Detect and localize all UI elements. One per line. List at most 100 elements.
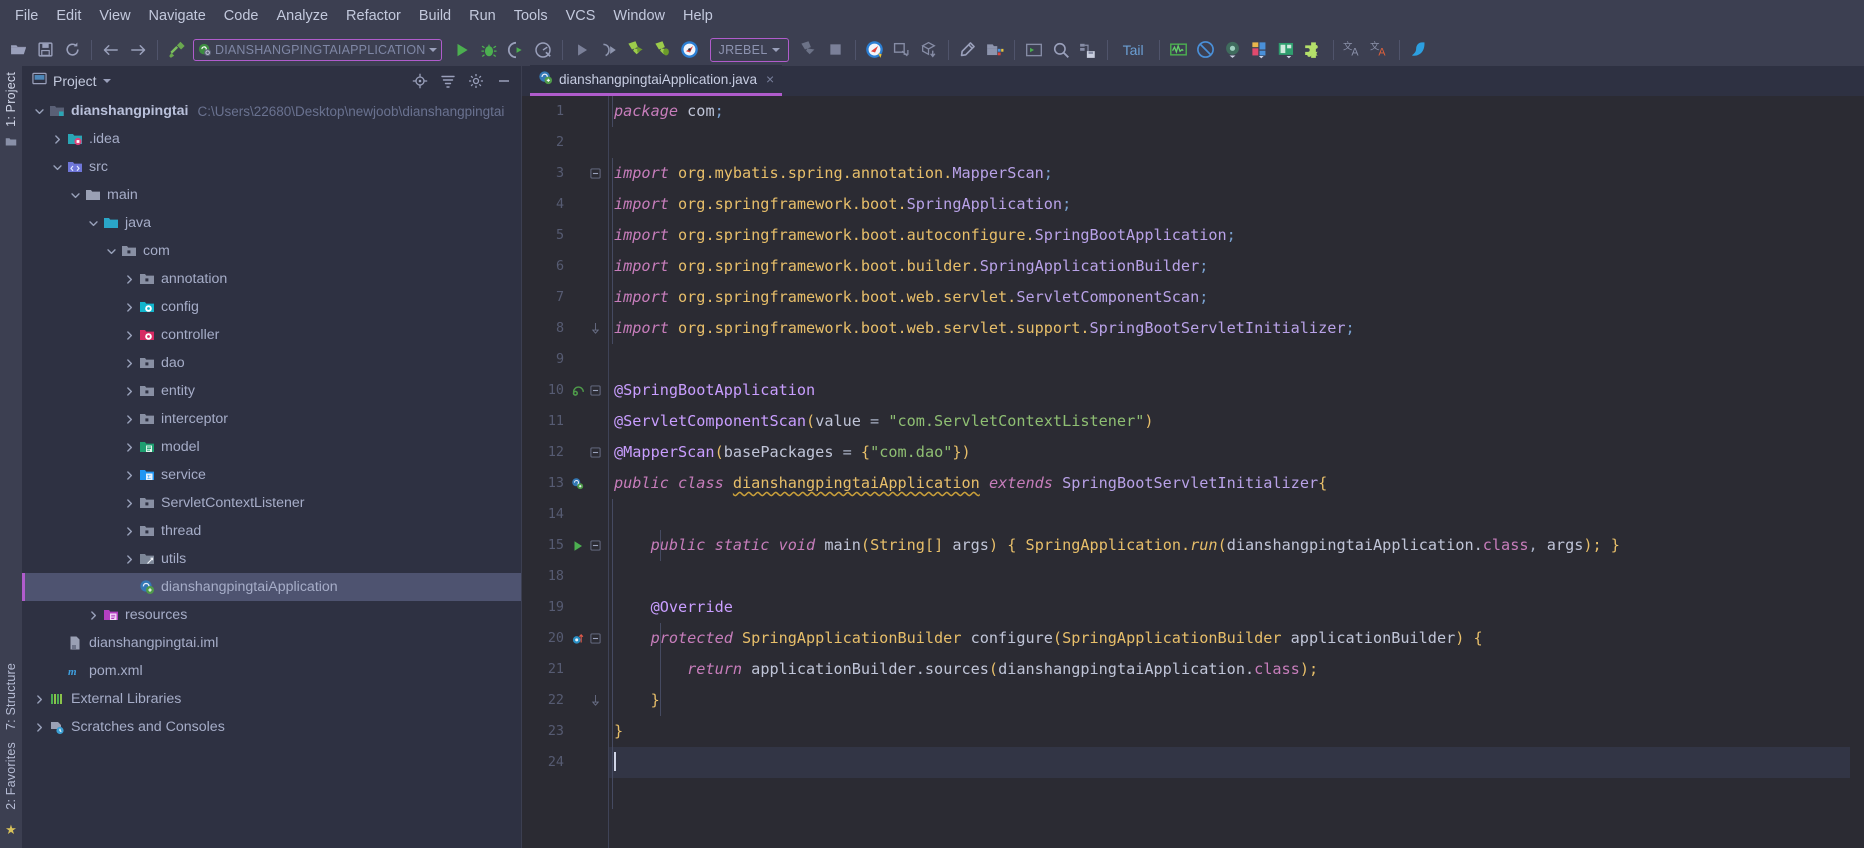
run-button[interactable]: [449, 37, 475, 63]
chevron-down-icon[interactable]: [104, 244, 118, 258]
open-icon[interactable]: [5, 37, 31, 63]
tree-node-com[interactable]: com: [22, 237, 521, 265]
jrebel-console-icon[interactable]: [677, 37, 703, 63]
gutter-line[interactable]: 3: [522, 158, 608, 189]
fold-start-icon[interactable]: [588, 633, 602, 644]
forward-arrow-icon[interactable]: [125, 37, 151, 63]
tree-node-utils[interactable]: utils: [22, 545, 521, 573]
code-line[interactable]: }: [608, 685, 1850, 716]
back-arrow-icon[interactable]: [98, 37, 124, 63]
menu-item-file[interactable]: File: [6, 5, 47, 27]
project-scope-chevron-down-icon[interactable]: [102, 78, 111, 83]
tree-node-dao[interactable]: dao: [22, 349, 521, 377]
menu-item-refactor[interactable]: Refactor: [337, 5, 410, 27]
search-icon[interactable]: [1048, 37, 1074, 63]
gutter-line[interactable]: 4: [522, 189, 608, 220]
tree-node-thread[interactable]: thread: [22, 517, 521, 545]
chevron-down-icon[interactable]: [68, 188, 82, 202]
code-line[interactable]: public static void main(String[] args) {…: [608, 530, 1850, 561]
menu-item-edit[interactable]: Edit: [47, 5, 90, 27]
gutter-line[interactable]: 15: [522, 530, 608, 561]
fold-start-icon[interactable]: [588, 168, 602, 179]
menu-item-help[interactable]: Help: [674, 5, 722, 27]
run-configuration-selector[interactable]: DIANSHANGPINGTAIAPPLICATION: [193, 38, 442, 61]
tree-node-java[interactable]: java: [22, 209, 521, 237]
tree-node-src[interactable]: src: [22, 153, 521, 181]
code-line[interactable]: @Override: [608, 592, 1850, 623]
gutter-line[interactable]: 5: [522, 220, 608, 251]
attach-debug-button[interactable]: [596, 37, 622, 63]
tool-window-structure-button[interactable]: 7: Structure: [4, 663, 18, 730]
tree-node-controller[interactable]: controller: [22, 321, 521, 349]
fold-start-icon[interactable]: [588, 540, 602, 551]
jrebel-chevron-down-icon[interactable]: [771, 47, 780, 52]
tree-node-resources[interactable]: resources: [22, 601, 521, 629]
code-line[interactable]: import org.mybatis.spring.annotation.Map…: [608, 158, 1850, 189]
project-panel-title[interactable]: Project: [53, 73, 97, 89]
chevron-right-icon[interactable]: [50, 132, 64, 146]
chevron-right-icon[interactable]: [122, 384, 136, 398]
code-line[interactable]: [608, 499, 1850, 530]
push-icon[interactable]: [916, 37, 942, 63]
jrebel-run-icon[interactable]: [623, 37, 649, 63]
tool-window-favorites-button[interactable]: 2: Favorites: [4, 742, 18, 810]
commit-icon[interactable]: [889, 37, 915, 63]
stop-grey-icon[interactable]: [796, 37, 822, 63]
database-icon[interactable]: [1075, 37, 1101, 63]
code-line[interactable]: public class dianshangpingtaiApplication…: [608, 468, 1850, 499]
gutter-line[interactable]: 19: [522, 592, 608, 623]
code-line[interactable]: [608, 747, 1850, 778]
editor-tab[interactable]: dianshangpingtaiApplication.java ×: [530, 65, 783, 96]
terminal-icon[interactable]: [1021, 37, 1047, 63]
record-icon[interactable]: [1220, 37, 1246, 63]
chevron-right-icon[interactable]: [122, 524, 136, 538]
gutter-override-icon[interactable]: [568, 632, 588, 646]
synchronize-icon[interactable]: [59, 37, 85, 63]
tree-node-dianshangpingtai[interactable]: dianshangpingtai C:\Users\22680\Desktop\n…: [22, 97, 521, 125]
fold-end-icon[interactable]: [588, 323, 602, 334]
settings-gear-icon[interactable]: [465, 70, 487, 92]
tree-node-dianshangpingtaiapplication[interactable]: dianshangpingtaiApplication: [22, 573, 521, 601]
gutter-line[interactable]: 1: [522, 96, 608, 127]
code-line[interactable]: import org.springframework.boot.web.serv…: [608, 313, 1850, 344]
tree-node-external-libraries[interactable]: External Libraries: [22, 685, 521, 713]
code-line[interactable]: [608, 344, 1850, 375]
gutter-line[interactable]: 14: [522, 499, 608, 530]
menu-item-run[interactable]: Run: [460, 5, 505, 27]
code-line[interactable]: @ServletComponentScan(value = "com.Servl…: [608, 406, 1850, 437]
code-line[interactable]: import org.springframework.boot.web.serv…: [608, 282, 1850, 313]
menu-item-navigate[interactable]: Navigate: [140, 5, 215, 27]
editor-code[interactable]: package com; import org.mybatis.spring.an…: [608, 96, 1850, 848]
tree-node-servletcontextlistener[interactable]: ServletContextListener: [22, 489, 521, 517]
gutter-line[interactable]: 18: [522, 561, 608, 592]
tree-node-annotation[interactable]: annotation: [22, 265, 521, 293]
chevron-right-icon[interactable]: [122, 272, 136, 286]
chevron-right-icon[interactable]: [122, 440, 136, 454]
tree-node-service[interactable]: Σservice: [22, 461, 521, 489]
chevron-right-icon[interactable]: [32, 692, 46, 706]
menu-item-analyze[interactable]: Analyze: [267, 5, 337, 27]
code-line[interactable]: }: [608, 716, 1850, 747]
chevron-right-icon[interactable]: [122, 496, 136, 510]
code-line[interactable]: import org.springframework.boot.autoconf…: [608, 220, 1850, 251]
gutter-line[interactable]: 23: [522, 716, 608, 747]
jrebel-debug-icon[interactable]: [650, 37, 676, 63]
gutter-line[interactable]: 2: [522, 127, 608, 158]
gutter-line[interactable]: 21: [522, 654, 608, 685]
gutter-line[interactable]: 12: [522, 437, 608, 468]
fold-mid-icon[interactable]: [588, 447, 602, 458]
tree-node-dianshangpingtai-iml[interactable]: dianshangpingtai.iml: [22, 629, 521, 657]
tree-node-scratches-and-consoles[interactable]: Scratches and Consoles: [22, 713, 521, 741]
menu-item-window[interactable]: Window: [604, 5, 674, 27]
stop-button[interactable]: [823, 37, 849, 63]
chevron-right-icon[interactable]: [122, 468, 136, 482]
chevron-right-icon[interactable]: [122, 412, 136, 426]
hide-panel-icon[interactable]: [493, 70, 515, 92]
chevron-right-icon[interactable]: [122, 552, 136, 566]
tool-window-project-button[interactable]: 1: Project: [4, 72, 18, 127]
menu-item-view[interactable]: View: [90, 5, 139, 27]
run-with-coverage-button[interactable]: [503, 37, 529, 63]
chevron-down-icon[interactable]: [86, 216, 100, 230]
menu-item-code[interactable]: Code: [215, 5, 268, 27]
gutter-line[interactable]: 8: [522, 313, 608, 344]
